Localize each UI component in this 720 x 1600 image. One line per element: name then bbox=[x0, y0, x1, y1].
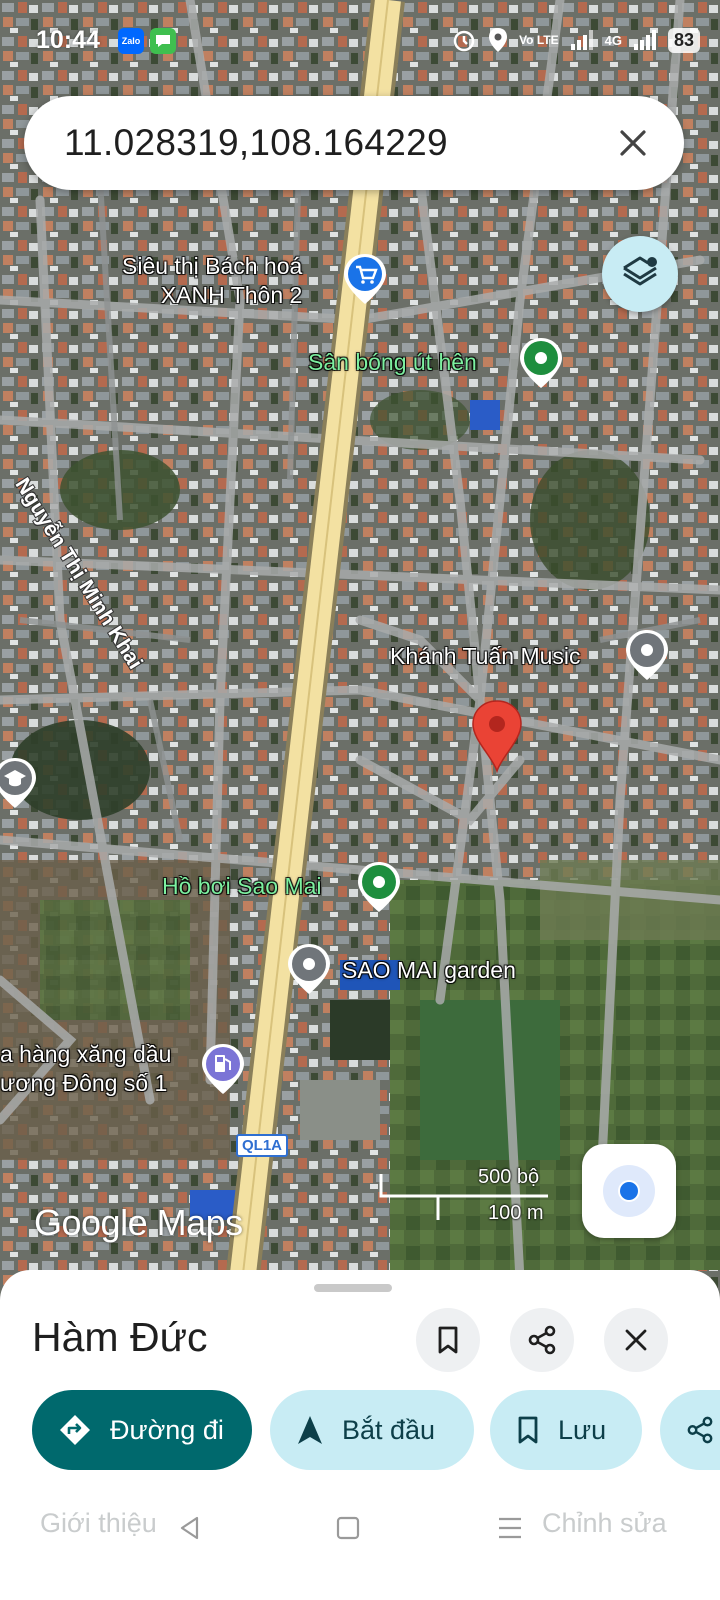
poi-label-gas-station[interactable]: a hàng xăng dầu ương Đông số 1 bbox=[0, 1040, 171, 1098]
scale-label-metric: 100 m bbox=[488, 1202, 544, 1224]
network-type-label: 4G bbox=[604, 32, 622, 48]
gas-station-icon[interactable] bbox=[200, 1042, 246, 1096]
place-title: Hàm Đức bbox=[32, 1314, 208, 1360]
generic-pin-icon[interactable] bbox=[624, 628, 670, 682]
share-icon bbox=[687, 1416, 713, 1444]
share-chip-button[interactable] bbox=[660, 1390, 720, 1470]
menu-icon bbox=[499, 1517, 521, 1539]
poi-label-football-field[interactable]: Sân bóng út hên bbox=[308, 348, 477, 377]
signal-icon bbox=[570, 30, 593, 50]
status-bar: 10:44 Zalo Vo LTE 4G 83 bbox=[0, 0, 720, 82]
my-location-button[interactable] bbox=[582, 1144, 676, 1238]
poi-label-supermarket[interactable]: Siêu thị Bách hoá XANH Thôn 2 bbox=[122, 252, 302, 310]
tab-edit[interactable]: Chỉnh sửa bbox=[542, 1508, 667, 1539]
search-query[interactable]: 11.028319,108.164229 bbox=[64, 122, 448, 164]
satellite-imagery bbox=[0, 0, 720, 1300]
park-pin-icon[interactable] bbox=[356, 860, 402, 914]
nav-home-button[interactable] bbox=[328, 1508, 368, 1548]
poi-label-swimming-pool[interactable]: Hồ bơi Sao Mai bbox=[162, 872, 322, 901]
save-button[interactable]: Lưu bbox=[490, 1390, 642, 1470]
share-button[interactable] bbox=[510, 1308, 574, 1372]
drag-handle[interactable] bbox=[314, 1284, 392, 1292]
back-icon bbox=[180, 1516, 199, 1540]
google-maps-logo: Google Maps bbox=[34, 1202, 243, 1243]
bookmark-icon bbox=[518, 1416, 538, 1444]
map-view[interactable]: Siêu thị Bách hoá XANH Thôn 2 Sân bóng ú… bbox=[0, 0, 720, 1300]
poi-label-music-shop[interactable]: Khánh Tuấn Music bbox=[390, 642, 581, 671]
nav-back-button[interactable] bbox=[170, 1508, 210, 1548]
battery-indicator: 83 bbox=[667, 27, 700, 53]
poi-label-line: XANH Thôn 2 bbox=[160, 281, 303, 308]
save-bookmark-button[interactable] bbox=[416, 1308, 480, 1372]
shopping-cart-icon[interactable] bbox=[342, 252, 388, 306]
park-pin-icon[interactable] bbox=[518, 336, 564, 390]
place-bottom-sheet[interactable]: Hàm Đức Đường đi Bắt đầu Lưu Giới thiệu … bbox=[0, 1270, 720, 1600]
status-time: 10:44 bbox=[36, 26, 100, 54]
tab-overview[interactable]: Giới thiệu bbox=[40, 1508, 157, 1539]
location-icon bbox=[489, 28, 508, 52]
poi-label-garden[interactable]: SAO MAI garden bbox=[342, 956, 516, 985]
close-button[interactable] bbox=[604, 1308, 668, 1372]
scale-label-imperial: 500 bộ bbox=[478, 1166, 540, 1188]
start-label: Bắt đầu bbox=[342, 1414, 436, 1445]
bookmark-icon bbox=[438, 1326, 458, 1354]
close-icon bbox=[625, 1329, 647, 1351]
close-icon[interactable] bbox=[608, 118, 658, 168]
generic-pin-icon[interactable] bbox=[286, 942, 332, 996]
navigation-arrow-icon bbox=[298, 1416, 322, 1444]
share-icon bbox=[528, 1325, 556, 1355]
layers-icon bbox=[623, 256, 657, 286]
school-icon[interactable] bbox=[0, 756, 38, 810]
directions-label: Đường đi bbox=[110, 1414, 224, 1445]
messages-icon bbox=[150, 28, 176, 54]
alarm-icon bbox=[453, 30, 475, 52]
nav-menu-button[interactable] bbox=[490, 1508, 530, 1548]
lte-label: Vo LTE bbox=[519, 33, 559, 47]
route-shield: QL1A bbox=[236, 1134, 289, 1157]
search-bar[interactable]: 11.028319,108.164229 bbox=[24, 96, 684, 190]
home-icon bbox=[336, 1516, 360, 1540]
poi-label-line: a hàng xăng dầu bbox=[0, 1041, 172, 1067]
save-label: Lưu bbox=[558, 1414, 607, 1445]
layers-button[interactable] bbox=[602, 236, 678, 312]
scale-bar: 500 bộ 100 m bbox=[378, 1164, 558, 1234]
status-icons: Vo LTE 4G 83 bbox=[451, 26, 700, 54]
start-navigation-button[interactable]: Bắt đầu bbox=[270, 1390, 474, 1470]
poi-label-line: ương Đông số 1 bbox=[0, 1069, 168, 1096]
directions-button[interactable]: Đường đi bbox=[32, 1390, 252, 1470]
zalo-icon: Zalo bbox=[118, 28, 144, 54]
my-location-icon bbox=[603, 1165, 655, 1217]
dropped-pin-marker-icon[interactable] bbox=[470, 698, 524, 774]
poi-label-line: Siêu thị Bách hoá bbox=[122, 253, 303, 279]
directions-icon bbox=[60, 1415, 90, 1445]
signal-icon bbox=[633, 30, 656, 50]
